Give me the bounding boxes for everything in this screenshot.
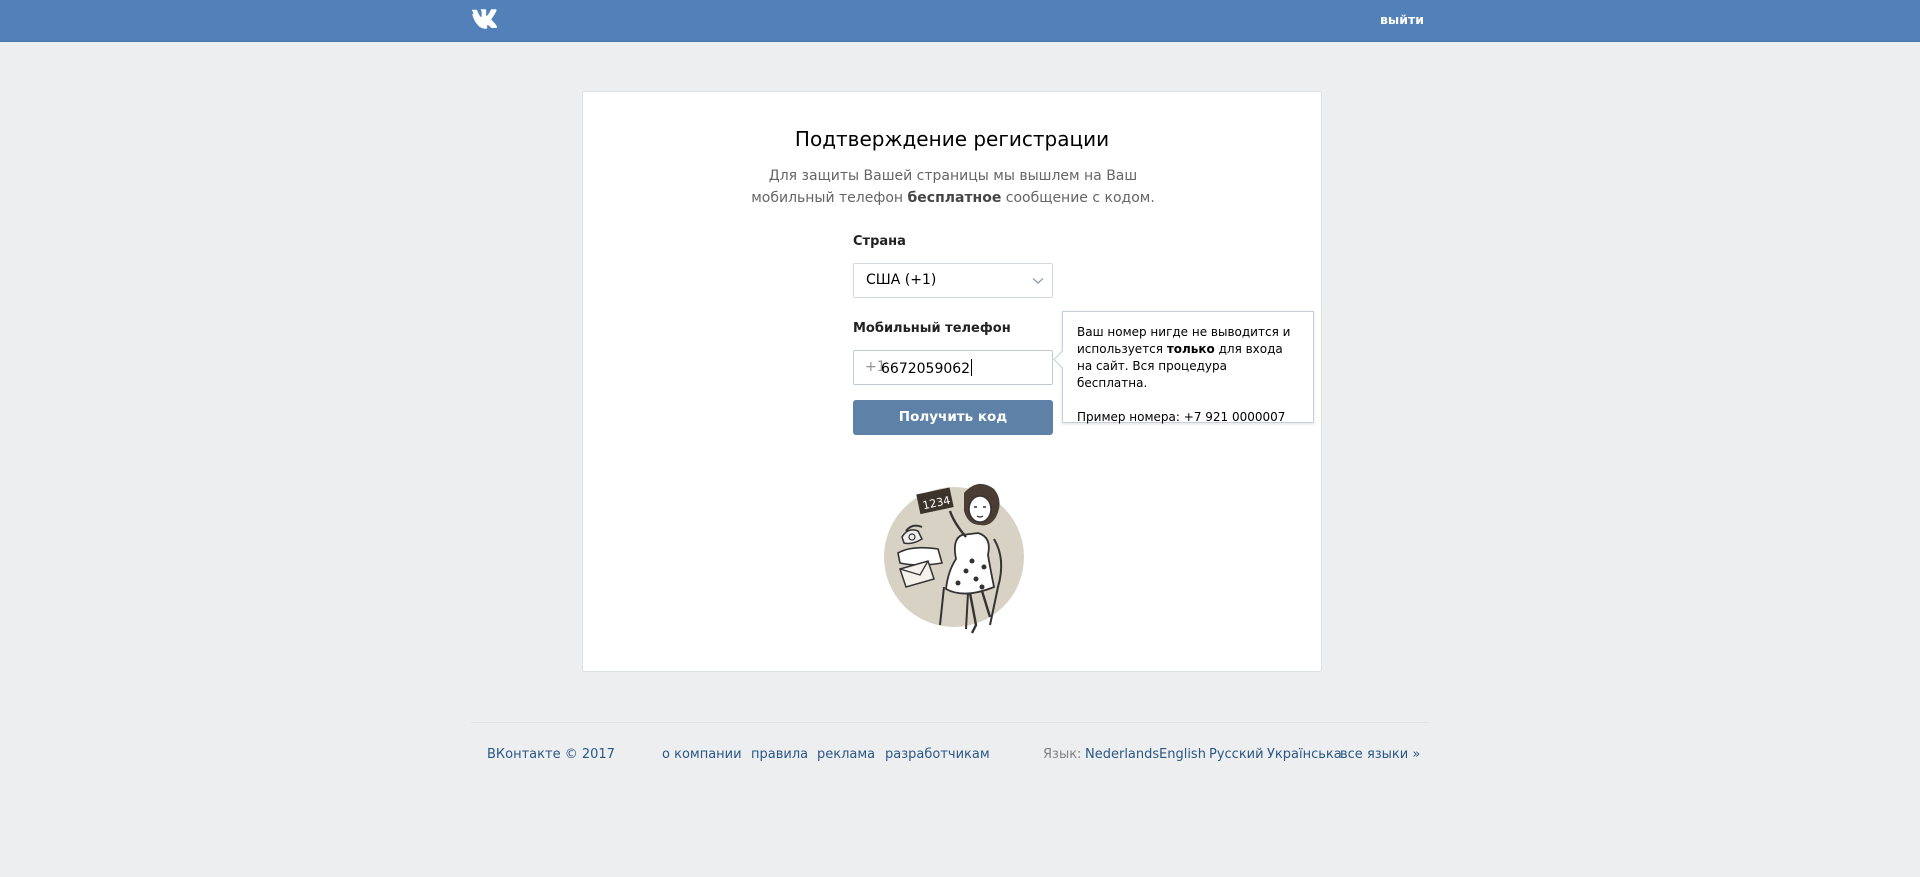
get-code-button[interactable]: Получить код — [853, 400, 1053, 435]
chevron-down-icon — [1032, 277, 1044, 284]
lang-nederlands[interactable]: Nederlands — [1085, 747, 1159, 762]
lang-english[interactable]: English — [1159, 747, 1206, 762]
lang-all[interactable]: все языки » — [1340, 747, 1420, 762]
registration-card: Подтверждение регистрации Для защиты Ваш… — [582, 91, 1322, 672]
phone-value: 6672059062 — [881, 359, 973, 377]
lang-ukrainian[interactable]: Українська — [1267, 747, 1342, 762]
country-select-value: США (+1) — [866, 272, 937, 288]
tooltip-text-bold: только — [1166, 342, 1215, 356]
tooltip-example: Пример номера: +7 921 0000007 — [1077, 410, 1286, 424]
text-caret — [971, 359, 973, 376]
tooltip-arrow — [1053, 350, 1072, 369]
top-navbar: выйти — [0, 0, 1920, 42]
footer-link-ads[interactable]: реклама — [817, 747, 875, 762]
footer-link-developers[interactable]: разработчикам — [885, 747, 990, 762]
footer-copyright: ВКонтакте © 2017 — [487, 747, 615, 762]
vk-logo-icon[interactable] — [471, 9, 505, 31]
footer-link-rules[interactable]: правила — [751, 747, 808, 762]
tooltip-text: Ваш номер нигде не выводится и используе… — [1077, 324, 1299, 392]
footer-language-label: Язык: — [1043, 747, 1082, 762]
subtitle: Для защиты Вашей страницы мы вышлем на В… — [733, 165, 1173, 209]
page-title: Подтверждение регистрации — [794, 127, 1110, 151]
logout-link[interactable]: выйти — [1380, 12, 1424, 27]
woman-with-code-sign-illustration: 1234 — [884, 483, 1024, 634]
subtitle-line1: Для защиты Вашей страницы мы вышлем на В… — [768, 168, 1138, 184]
country-label: Страна — [853, 234, 906, 249]
phone-label: Мобильный телефон — [853, 321, 1011, 336]
footer-link-about[interactable]: о компании — [662, 747, 742, 762]
subtitle-line2-post: сообщение с кодом. — [1001, 190, 1155, 206]
phone-hint-tooltip: Ваш номер нигде не выводится и используе… — [1053, 311, 1314, 424]
footer-divider — [471, 722, 1429, 723]
phone-input[interactable]: +1 6672059062 — [853, 350, 1053, 385]
phone-number-text: 6672059062 — [881, 361, 971, 377]
lang-russian[interactable]: Русский — [1209, 747, 1264, 762]
subtitle-bold: бесплатное — [907, 190, 1002, 206]
subtitle-line2-pre: мобильный телефон — [751, 190, 908, 206]
country-select[interactable]: США (+1) — [853, 263, 1053, 298]
